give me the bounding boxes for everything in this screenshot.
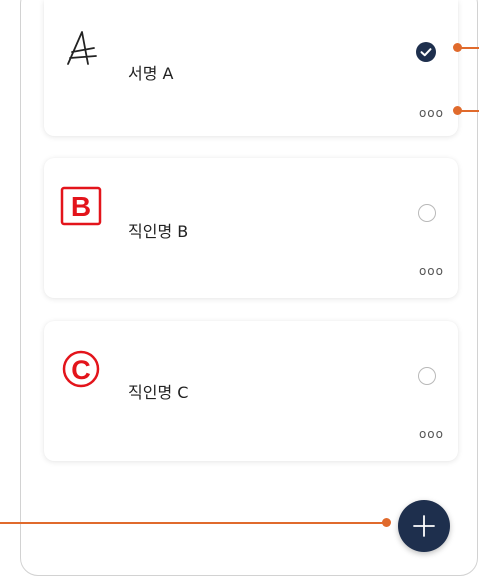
- svg-text:C: C: [71, 355, 91, 385]
- signature-card-b[interactable]: B 직인명 B ooo: [44, 158, 458, 298]
- add-signature-button[interactable]: [398, 500, 450, 552]
- stamp-b-icon: B: [60, 186, 102, 226]
- more-options-button[interactable]: ooo: [419, 106, 444, 120]
- plus-icon: [413, 515, 435, 537]
- signature-name: 직인명 B: [128, 222, 189, 241]
- annotation-line: [460, 47, 479, 49]
- annotation-line: [460, 110, 479, 112]
- signature-name: 직인명 C: [128, 383, 189, 402]
- annotation-line: [0, 522, 385, 524]
- signature-a-icon: [67, 31, 97, 65]
- select-radio[interactable]: [418, 367, 436, 385]
- signature-name: 서명 A: [128, 64, 174, 83]
- signature-card-a[interactable]: 서명 A ooo: [44, 0, 458, 136]
- stamp-c-icon: C: [62, 350, 100, 388]
- signature-manager: 서명 A ooo B 직인명 B ooo C 직인명 C ooo: [0, 0, 479, 578]
- signature-card-c[interactable]: C 직인명 C ooo: [44, 321, 458, 461]
- more-options-button[interactable]: ooo: [419, 264, 444, 278]
- selected-check-icon[interactable]: [416, 42, 436, 62]
- select-radio[interactable]: [418, 204, 436, 222]
- more-options-button[interactable]: ooo: [419, 427, 444, 441]
- svg-text:B: B: [71, 191, 91, 222]
- annotation-dot: [382, 518, 391, 527]
